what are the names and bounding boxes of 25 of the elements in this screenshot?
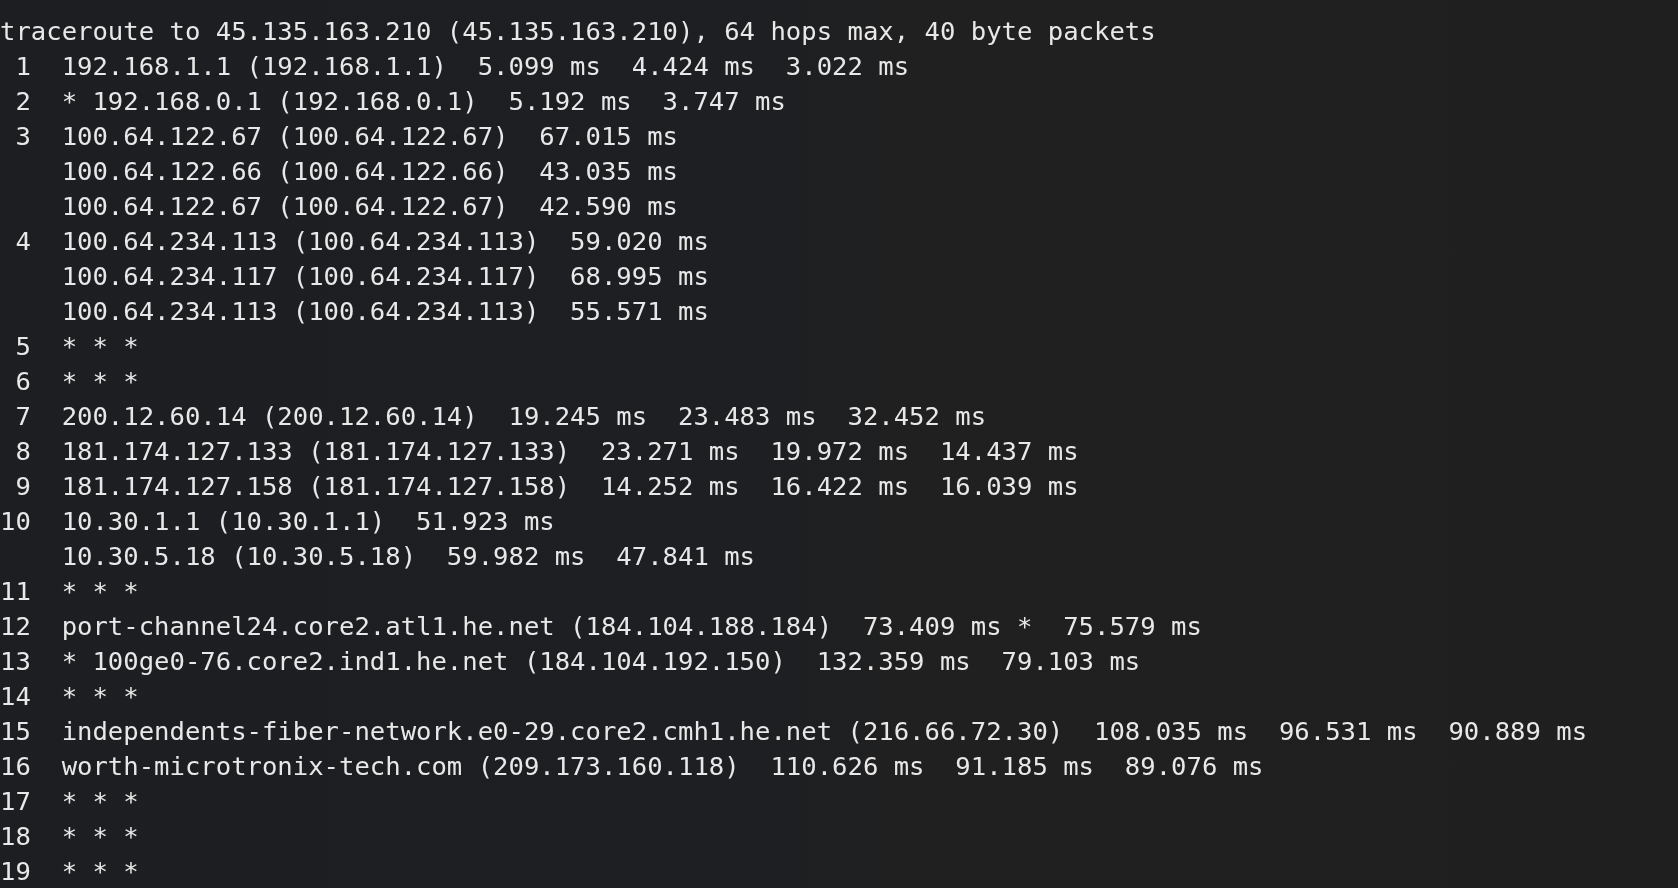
terminal-line: 4 100.64.234.113 (100.64.234.113) 59.020 ms (14, 225, 710, 258)
terminal-line: 9 181.174.127.158 (181.174.127.158) 14.252 ms 16.422 ms 16.039 ms (14, 470, 1080, 503)
terminal-line: 10 10.30.1.1 (10.30.1.1) 51.923 ms (0, 505, 556, 538)
terminal-line: 8 181.174.127.133 (181.174.127.133) 23.271 ms 19.972 ms 14.437 ms (14, 435, 1080, 468)
terminal-line: 15 independents-fiber-network.e0-29.core2.cmh1.he.net (216.66.72.30) 108.035 ms 96.531 ms 90.889 ms (0, 715, 1588, 748)
terminal-line: 6 * * * (14, 365, 140, 398)
terminal-line: 17 * * * (0, 785, 140, 818)
terminal-line: 100.64.122.66 (100.64.122.66) 43.035 ms (60, 155, 679, 188)
terminal-line: 3 100.64.122.67 (100.64.122.67) 67.015 ms (14, 120, 679, 153)
terminal-line: 14 * * * (0, 680, 140, 713)
terminal-line: 18 * * * (0, 820, 140, 853)
terminal-line: 11 * * * (0, 575, 140, 608)
terminal-line: 10.30.5.18 (10.30.5.18) 59.982 ms 47.841 ms (60, 540, 757, 573)
terminal-line: 100.64.234.117 (100.64.234.117) 68.995 ms (60, 260, 710, 293)
terminal-line: 7 200.12.60.14 (200.12.60.14) 19.245 ms 23.483 ms 32.452 ms (14, 400, 988, 433)
terminal-line: 13 * 100ge0-76.core2.ind1.he.net (184.104.192.150) 132.359 ms 79.103 ms (0, 645, 1142, 678)
terminal-line: 100.64.122.67 (100.64.122.67) 42.590 ms (60, 190, 679, 223)
terminal-line: 100.64.234.113 (100.64.234.113) 55.571 ms (60, 295, 710, 328)
terminal-line: 12 port-channel24.core2.atl1.he.net (184.104.188.184) 73.409 ms * 75.579 ms (0, 610, 1203, 643)
terminal-line: 19 * * * (0, 855, 140, 888)
terminal-line: traceroute to 45.135.163.210 (45.135.163.210), 64 hops max, 40 byte packets (0, 15, 1157, 48)
terminal-line: 2 * 192.168.0.1 (192.168.0.1) 5.192 ms 3.747 ms (14, 85, 787, 118)
terminal-line: 5 * * * (14, 330, 140, 363)
terminal-line: 16 worth-microtronix-tech.com (209.173.160.118) 110.626 ms 91.185 ms 89.076 ms (0, 750, 1265, 783)
terminal-line: 1 192.168.1.1 (192.168.1.1) 5.099 ms 4.424 ms 3.022 ms (14, 50, 911, 83)
